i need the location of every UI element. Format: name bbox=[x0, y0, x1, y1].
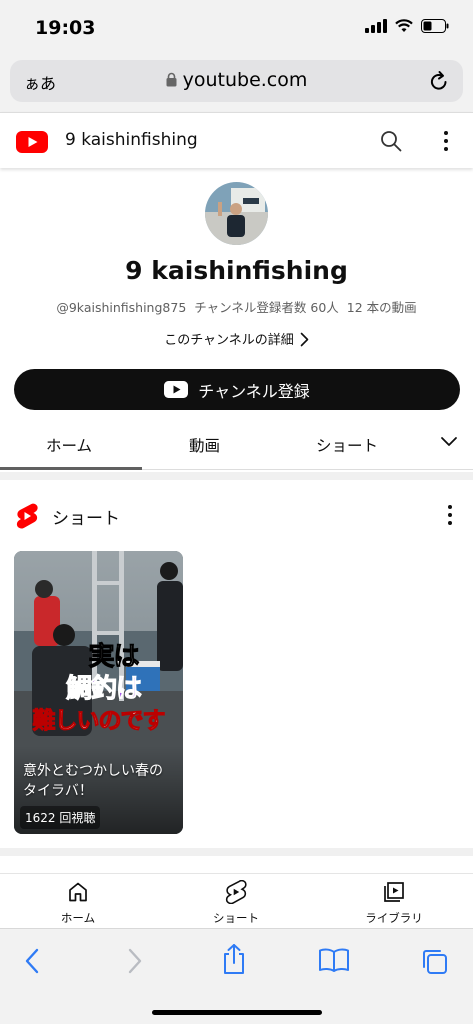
shorts-logo-icon bbox=[16, 503, 38, 529]
library-icon bbox=[384, 882, 404, 902]
short-overlay-text: 実は 鯛釣は 難しいのです bbox=[14, 641, 183, 737]
channel-name: 9 kaishinfishing bbox=[125, 256, 348, 285]
tab-videos[interactable]: 動画 bbox=[189, 434, 220, 456]
home-indicator bbox=[152, 1010, 322, 1015]
status-bar: 19:03 bbox=[0, 0, 473, 56]
bookmarks-icon[interactable] bbox=[318, 947, 350, 973]
overlay-line-1: 実は bbox=[88, 642, 140, 673]
search-icon[interactable] bbox=[379, 129, 403, 153]
tab-home[interactable]: ホーム bbox=[46, 434, 92, 456]
forward-icon[interactable] bbox=[125, 947, 143, 975]
subscribe-button[interactable]: チャンネル登録 bbox=[14, 369, 460, 410]
chevron-down-icon[interactable] bbox=[440, 436, 458, 448]
nav-home[interactable]: ホーム bbox=[28, 880, 128, 926]
overlay-line-2: 鯛釣は bbox=[65, 674, 142, 705]
url-display[interactable]: youtube.com bbox=[10, 69, 463, 91]
more-vert-icon[interactable] bbox=[436, 129, 456, 153]
section-divider-2 bbox=[0, 848, 473, 856]
avatar-image bbox=[205, 182, 268, 245]
short-view-count: 1622 回視聴 bbox=[20, 806, 101, 829]
nav-shorts[interactable]: ショート bbox=[186, 879, 286, 926]
shorts-more-icon[interactable] bbox=[440, 503, 460, 527]
subscriber-count: チャンネル登録者数 60人 bbox=[194, 300, 339, 315]
shorts-section-title: ショート bbox=[52, 509, 120, 529]
lock-icon bbox=[166, 72, 177, 87]
channel-details-label: このチャンネルの詳細 bbox=[164, 333, 294, 348]
channel-tabs: ホーム 動画 ショート bbox=[0, 420, 473, 470]
status-icons bbox=[365, 19, 449, 33]
shorts-icon bbox=[225, 879, 247, 905]
subscribe-label: チャンネル登録 bbox=[198, 381, 310, 401]
youtube-logo-icon[interactable] bbox=[16, 131, 48, 153]
short-video-card[interactable]: 実は 鯛釣は 難しいのです 意外とむつかしい春のタイラバ！ 1622 回視聴 bbox=[14, 551, 183, 834]
nav-library[interactable]: ライブラリ bbox=[344, 880, 444, 926]
channel-details-link[interactable]: このチャンネルの詳細 bbox=[0, 329, 473, 348]
channel-avatar[interactable] bbox=[205, 182, 268, 245]
signal-icon bbox=[365, 19, 387, 33]
battery-icon bbox=[421, 19, 449, 33]
browser-url-area: ぁあ youtube.com bbox=[0, 56, 473, 112]
active-tab-indicator bbox=[0, 467, 142, 470]
nav-home-label: ホーム bbox=[60, 911, 96, 925]
url-bar[interactable]: ぁあ youtube.com bbox=[10, 60, 463, 102]
video-count: 12 本の動画 bbox=[346, 300, 417, 315]
section-divider bbox=[0, 472, 473, 480]
share-icon[interactable] bbox=[221, 943, 247, 975]
short-caption: 意外とむつかしい春のタイラバ！ bbox=[23, 763, 163, 799]
header-channel-title: 9 kaishinfishing bbox=[65, 130, 198, 150]
overlay-line-3: 難しいのです bbox=[32, 707, 166, 735]
wifi-icon bbox=[395, 19, 413, 32]
nav-library-label: ライブラリ bbox=[365, 911, 423, 925]
back-icon[interactable] bbox=[24, 947, 42, 975]
chevron-right-icon bbox=[300, 332, 309, 347]
safari-toolbar bbox=[0, 928, 473, 1024]
home-icon bbox=[69, 882, 87, 902]
channel-meta: @9kaishinfishing875 チャンネル登録者数 60人 12 本の動… bbox=[0, 297, 473, 316]
tabs-icon[interactable] bbox=[420, 947, 448, 975]
youtube-header: 9 kaishinfishing bbox=[0, 112, 473, 168]
youtube-play-icon bbox=[164, 381, 189, 398]
youtube-bottom-nav: ホーム ショート ライブラリ bbox=[0, 873, 473, 928]
tab-shorts[interactable]: ショート bbox=[316, 434, 378, 456]
status-time: 19:03 bbox=[35, 17, 96, 39]
channel-handle: @9kaishinfishing875 bbox=[56, 300, 187, 315]
reload-icon[interactable] bbox=[429, 70, 449, 92]
nav-shorts-label: ショート bbox=[213, 911, 259, 925]
url-text: youtube.com bbox=[182, 69, 308, 91]
